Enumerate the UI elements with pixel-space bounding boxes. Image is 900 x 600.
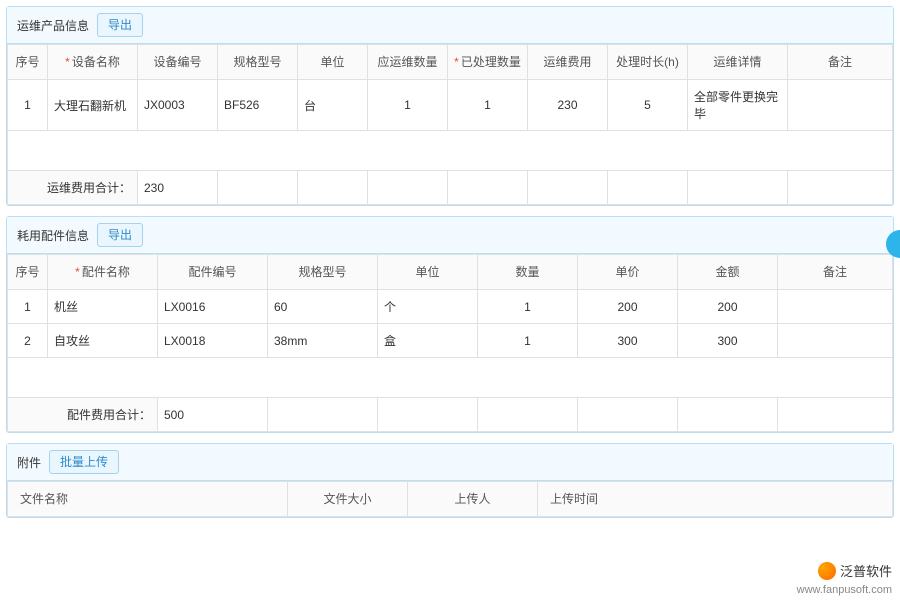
required-mark: * — [75, 265, 80, 279]
cell-unit: 盒 — [378, 324, 478, 358]
col-part-no: 配件编号 — [158, 255, 268, 290]
panel-header: 耗用配件信息 导出 — [7, 217, 893, 254]
col-seq: 序号 — [8, 45, 48, 80]
maintenance-table: 序号 *设备名称 设备编号 规格型号 单位 应运维数量 *已处理数量 运维费用 … — [7, 44, 893, 205]
col-done-qty: *已处理数量 — [448, 45, 528, 80]
cell-remark — [788, 80, 893, 131]
total-value: 230 — [138, 171, 218, 205]
cell-hours: 5 — [608, 80, 688, 131]
col-file-size: 文件大小 — [288, 482, 408, 517]
batch-upload-button[interactable]: 批量上传 — [49, 450, 119, 474]
panel-header: 附件 批量上传 — [7, 444, 893, 481]
attachment-table: 文件名称 文件大小 上传人 上传时间 — [7, 481, 893, 517]
panel-title: 耗用配件信息 — [17, 227, 89, 244]
attachment-panel: 附件 批量上传 文件名称 文件大小 上传人 上传时间 — [6, 443, 894, 518]
table-row[interactable]: 1 机丝 LX0016 60 个 1 200 200 — [8, 290, 893, 324]
cell-device-no: JX0003 — [138, 80, 218, 131]
parts-table: 序号 *配件名称 配件编号 规格型号 单位 数量 单价 金额 备注 1 机丝 L… — [7, 254, 893, 432]
col-remark: 备注 — [778, 255, 893, 290]
table-row[interactable]: 1 大理石翻新机 JX0003 BF526 台 1 1 230 5 全部零件更换… — [8, 80, 893, 131]
cell-part-no: LX0016 — [158, 290, 268, 324]
table-header-row: 序号 *配件名称 配件编号 规格型号 单位 数量 单价 金额 备注 — [8, 255, 893, 290]
required-mark: * — [454, 55, 459, 69]
col-unit: 单位 — [378, 255, 478, 290]
cell-qty: 1 — [478, 324, 578, 358]
maintenance-product-panel: 运维产品信息 导出 序号 *设备名称 设备编号 规格型号 单位 应运维数量 *已… — [6, 6, 894, 206]
col-price: 单价 — [578, 255, 678, 290]
cell-part-no: LX0018 — [158, 324, 268, 358]
cell-done-qty: 1 — [448, 80, 528, 131]
export-button[interactable]: 导出 — [97, 223, 143, 247]
table-row[interactable]: 2 自攻丝 LX0018 38mm 盒 1 300 300 — [8, 324, 893, 358]
total-label: 运维费用合计： — [8, 171, 138, 205]
col-hours: 处理时长(h) — [608, 45, 688, 80]
col-device-name: *设备名称 — [48, 45, 138, 80]
cell-seq: 2 — [8, 324, 48, 358]
col-model: 规格型号 — [268, 255, 378, 290]
cell-cost: 230 — [528, 80, 608, 131]
col-model: 规格型号 — [218, 45, 298, 80]
cell-part-name: 机丝 — [48, 290, 158, 324]
cell-model: 38mm — [268, 324, 378, 358]
cell-device-name: 大理石翻新机 — [48, 80, 138, 131]
cell-price: 200 — [578, 290, 678, 324]
brand-url: www.fanpusoft.com — [797, 584, 892, 596]
brand-name: 泛普软件 — [840, 561, 892, 580]
cell-amount: 300 — [678, 324, 778, 358]
cell-seq: 1 — [8, 290, 48, 324]
required-mark: * — [65, 55, 70, 69]
total-row: 运维费用合计： 230 — [8, 171, 893, 205]
parts-panel: 耗用配件信息 导出 序号 *配件名称 配件编号 规格型号 单位 数量 单价 金额… — [6, 216, 894, 433]
brand-logo: 泛普软件 — [818, 561, 892, 580]
col-should-qty: 应运维数量 — [368, 45, 448, 80]
cell-price: 300 — [578, 324, 678, 358]
table-header-row: 序号 *设备名称 设备编号 规格型号 单位 应运维数量 *已处理数量 运维费用 … — [8, 45, 893, 80]
cell-remark — [778, 290, 893, 324]
cell-part-name: 自攻丝 — [48, 324, 158, 358]
col-uploader: 上传人 — [408, 482, 538, 517]
col-file-name: 文件名称 — [8, 482, 288, 517]
panel-title: 附件 — [17, 454, 41, 471]
cell-unit: 个 — [378, 290, 478, 324]
total-value: 500 — [158, 398, 268, 432]
cell-remark — [778, 324, 893, 358]
spacer-row — [8, 358, 893, 398]
col-cost: 运维费用 — [528, 45, 608, 80]
total-row: 配件费用合计： 500 — [8, 398, 893, 432]
col-remark: 备注 — [788, 45, 893, 80]
panel-title: 运维产品信息 — [17, 17, 89, 34]
cell-qty: 1 — [478, 290, 578, 324]
export-button[interactable]: 导出 — [97, 13, 143, 37]
col-qty: 数量 — [478, 255, 578, 290]
cell-model: 60 — [268, 290, 378, 324]
brand-icon — [818, 562, 836, 580]
cell-amount: 200 — [678, 290, 778, 324]
col-seq: 序号 — [8, 255, 48, 290]
col-part-name: *配件名称 — [48, 255, 158, 290]
cell-should-qty: 1 — [368, 80, 448, 131]
cell-seq: 1 — [8, 80, 48, 131]
total-label: 配件费用合计： — [8, 398, 158, 432]
table-header-row: 文件名称 文件大小 上传人 上传时间 — [8, 482, 893, 517]
panel-header: 运维产品信息 导出 — [7, 7, 893, 44]
col-amount: 金额 — [678, 255, 778, 290]
cell-model: BF526 — [218, 80, 298, 131]
cell-unit: 台 — [298, 80, 368, 131]
spacer-row — [8, 131, 893, 171]
cell-detail: 全部零件更换完毕 — [688, 80, 788, 131]
col-device-no: 设备编号 — [138, 45, 218, 80]
col-unit: 单位 — [298, 45, 368, 80]
col-detail: 运维详情 — [688, 45, 788, 80]
col-upload-time: 上传时间 — [538, 482, 893, 517]
